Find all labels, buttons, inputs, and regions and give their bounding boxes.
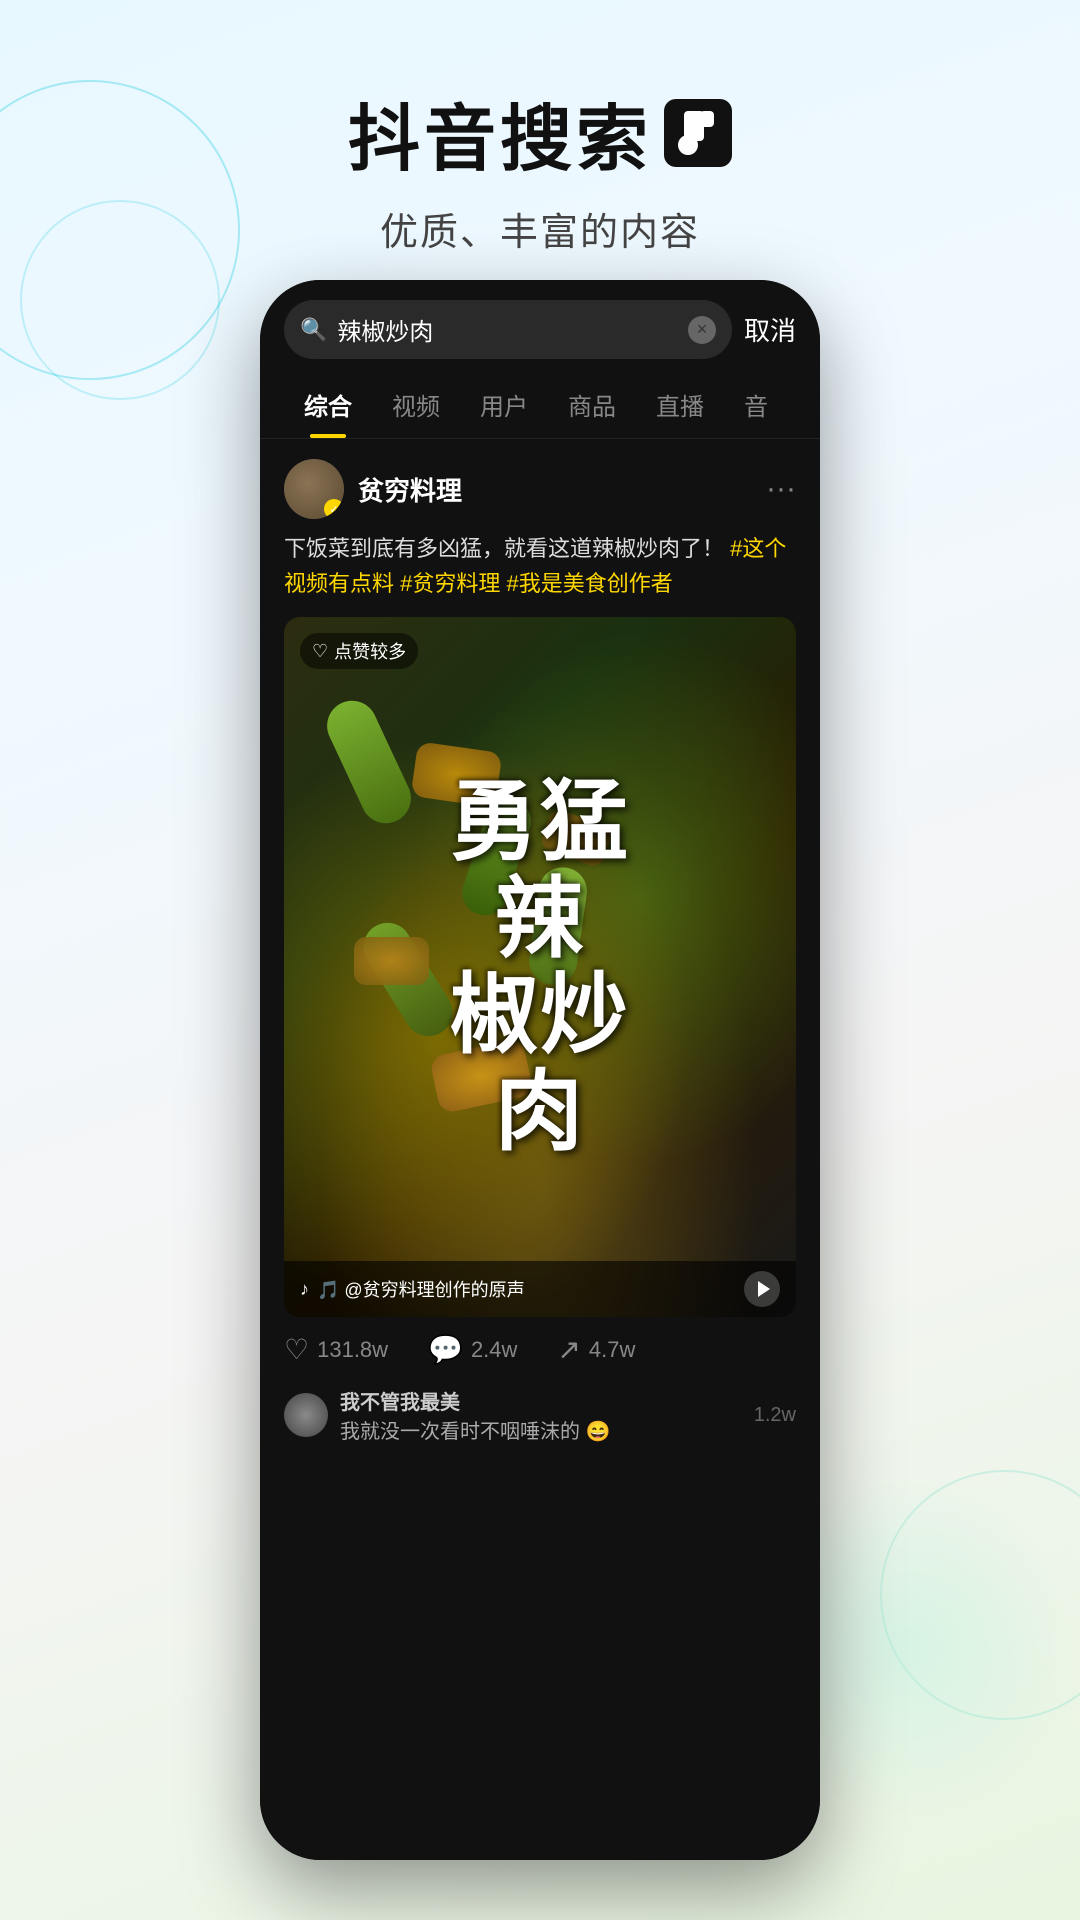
comment-count: 2.4w xyxy=(471,1337,517,1363)
avatar[interactable]: ✓ xyxy=(284,459,344,519)
video-text-line-3: 椒炒 xyxy=(450,967,630,1064)
search-input-wrap[interactable]: 🔍 辣椒炒肉 × xyxy=(284,300,732,359)
share-icon: ↗ xyxy=(557,1333,580,1366)
hashtag-3[interactable]: #我是美食创作者 xyxy=(507,571,673,596)
likes-badge-text: 点赞较多 xyxy=(334,638,406,664)
video-thumbnail[interactable]: 勇猛 辣 椒炒 肉 ♡ 点赞较多 ♪ xyxy=(284,617,796,1317)
video-text-line-4: 肉 xyxy=(450,1064,630,1161)
comment-icon: 💬 xyxy=(428,1333,463,1366)
comment-section: 我不管我最美 我就没一次看时不咽唾沫的 😄 1.2w xyxy=(260,1382,820,1444)
audio-text: 🎵 @贫穷料理创作的原声 xyxy=(317,1276,525,1302)
tab-综合[interactable]: 综合 xyxy=(284,371,372,438)
tiktok-note-svg xyxy=(678,111,718,155)
hashtag-2[interactable]: #贫穷料理 xyxy=(400,571,500,596)
search-results-content: ✓ 贫穷料理 ··· 下饭菜到底有多凶猛，就看这道辣椒炒肉了！ #这个视频有点料… xyxy=(260,439,820,1860)
likes-badge: ♡ 点赞较多 xyxy=(300,633,418,669)
verified-badge: ✓ xyxy=(324,499,344,519)
tab-label-综合: 综合 xyxy=(304,394,352,421)
tab-商品[interactable]: 商品 xyxy=(548,371,636,438)
heart-icon: ♡ xyxy=(284,1333,309,1366)
search-clear-button[interactable]: × xyxy=(688,316,716,344)
video-text-line-2: 辣 xyxy=(450,871,630,968)
comment-button[interactable]: 💬 2.4w xyxy=(428,1333,517,1366)
tab-用户[interactable]: 用户 xyxy=(460,371,548,438)
phone-container: 🔍 辣椒炒肉 × 取消 综合 视频 用户 xyxy=(260,280,820,1860)
share-count: 4.7w xyxy=(589,1337,635,1363)
more-options-icon[interactable]: ··· xyxy=(766,472,796,506)
title-row: 抖音搜索 xyxy=(0,80,1080,185)
tab-label-用户: 用户 xyxy=(480,394,528,421)
video-text-overlay: 勇猛 辣 椒炒 肉 xyxy=(284,617,796,1317)
header-section: 抖音搜索 优质、丰富的内容 xyxy=(0,0,1080,296)
like-count: 131.8w xyxy=(317,1337,388,1363)
clear-icon: × xyxy=(697,319,708,340)
tab-视频[interactable]: 视频 xyxy=(372,371,460,438)
commenter-avatar xyxy=(284,1393,328,1437)
search-bar: 🔍 辣椒炒肉 × 取消 xyxy=(260,280,820,371)
post-description: 下饭菜到底有多凶猛，就看这道辣椒炒肉了！ #这个视频有点料 #贫穷料理 #我是美… xyxy=(260,531,820,617)
play-button[interactable] xyxy=(744,1271,780,1307)
post-header: ✓ 贫穷料理 ··· xyxy=(260,439,820,531)
search-cancel-button[interactable]: 取消 xyxy=(744,311,796,348)
audio-bar: ♪ 🎵 @贫穷料理创作的原声 xyxy=(284,1261,796,1317)
tiktok-logo-icon xyxy=(664,99,732,167)
share-button[interactable]: ↗ 4.7w xyxy=(557,1333,635,1366)
post-username[interactable]: 贫穷料理 xyxy=(358,471,752,508)
app-title: 抖音搜索 xyxy=(348,80,652,185)
tabs-bar: 综合 视频 用户 商品 直播 音 xyxy=(260,371,820,439)
audio-info: ♪ 🎵 @贫穷料理创作的原声 xyxy=(300,1276,525,1302)
tab-音[interactable]: 音 xyxy=(724,371,788,438)
like-button[interactable]: ♡ 131.8w xyxy=(284,1333,388,1366)
engagement-row: ♡ 131.8w 💬 2.4w ↗ 4.7w xyxy=(260,1317,820,1382)
phone-frame: 🔍 辣椒炒肉 × 取消 综合 视频 用户 xyxy=(260,280,820,1860)
tab-直播[interactable]: 直播 xyxy=(636,371,724,438)
post-desc-text: 下饭菜到底有多凶猛，就看这道辣椒炒肉了！ xyxy=(284,536,724,561)
tiktok-audio-icon: ♪ xyxy=(300,1279,309,1300)
video-big-text: 勇猛 辣 椒炒 肉 xyxy=(450,774,630,1161)
tab-label-直播: 直播 xyxy=(656,394,704,421)
tab-label-视频: 视频 xyxy=(392,394,440,421)
commenter-name[interactable]: 我不管我最美 xyxy=(340,1386,742,1415)
comment-row: 我不管我最美 我就没一次看时不咽唾沫的 😄 1.2w xyxy=(284,1386,796,1444)
search-icon: 🔍 xyxy=(300,317,327,343)
app-subtitle: 优质、丰富的内容 xyxy=(0,201,1080,256)
comment-like-count: 1.2w xyxy=(754,1404,796,1427)
tab-label-音: 音 xyxy=(744,394,768,421)
phone-inner: 🔍 辣椒炒肉 × 取消 综合 视频 用户 xyxy=(260,280,820,1860)
comment-text: 我就没一次看时不咽唾沫的 😄 xyxy=(340,1415,742,1444)
play-triangle-icon xyxy=(758,1281,770,1297)
heart-icon: ♡ xyxy=(312,641,328,662)
tab-label-商品: 商品 xyxy=(568,394,616,421)
search-query-text: 辣椒炒肉 xyxy=(337,312,678,347)
video-text-line-1: 勇猛 xyxy=(450,774,630,871)
comment-content: 我不管我最美 我就没一次看时不咽唾沫的 😄 xyxy=(340,1386,742,1444)
